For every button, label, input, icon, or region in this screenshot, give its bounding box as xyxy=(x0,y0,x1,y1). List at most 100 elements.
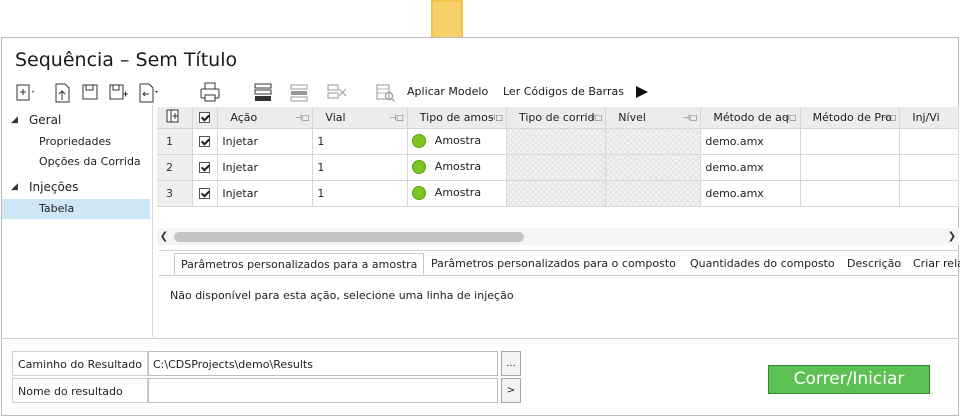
status-dot-icon xyxy=(411,134,426,148)
sample-type-label: Amostra xyxy=(434,134,482,147)
print-icon[interactable] xyxy=(199,80,221,104)
nav-group-label: Injeções xyxy=(29,180,79,194)
cell-action[interactable]: Injetar xyxy=(217,128,314,155)
pin-icon[interactable]: ⊣□ xyxy=(588,113,603,122)
collapse-triangle-icon[interactable]: ◢ xyxy=(11,110,18,130)
col-header-vial[interactable]: Vial ⊣□ xyxy=(312,107,408,129)
cell-vial[interactable]: 1 xyxy=(312,180,408,207)
col-header-action[interactable]: Ação ⊣□ xyxy=(217,107,314,129)
nav-item-run-options[interactable]: Opções da Corrida xyxy=(2,152,152,172)
col-header-proc-method[interactable]: Método de Pro ⊣□ xyxy=(800,107,901,129)
cell-acq-method[interactable]: demo.amx xyxy=(700,180,801,207)
row-checkbox[interactable] xyxy=(192,154,219,181)
run-start-button[interactable]: Correr/Iniciar xyxy=(768,365,930,394)
cell-run-type xyxy=(506,180,607,207)
tab-description[interactable]: Descrição xyxy=(841,253,907,275)
toolbar: Aplicar Modelo Ler Códigos de Barras xyxy=(12,80,712,104)
tab-message: Não disponível para esta ação, selecione… xyxy=(170,289,514,302)
cell-vial[interactable]: 1 xyxy=(312,154,408,181)
browse-button[interactable]: ... xyxy=(501,351,521,376)
pin-icon[interactable]: ⊣□ xyxy=(782,113,797,122)
tab-create-report[interactable]: Criar rela xyxy=(907,253,960,275)
nav-item-properties[interactable]: Propriedades xyxy=(2,132,152,152)
cell-inj-vial[interactable] xyxy=(899,128,959,155)
pin-icon[interactable]: ⊣□ xyxy=(683,113,698,122)
navigation-tree: ◢ Geral Propriedades Opções da Corrida ◢… xyxy=(2,105,153,337)
cell-action[interactable]: Injetar xyxy=(217,180,314,207)
nav-group-general[interactable]: ◢ Geral xyxy=(2,110,152,130)
cell-inj-vial[interactable] xyxy=(899,154,959,181)
open-icon[interactable] xyxy=(52,80,74,104)
horizontal-scrollbar[interactable]: ❮ ❯ xyxy=(157,228,959,245)
cell-sample-type[interactable]: Amostra xyxy=(407,180,507,207)
read-barcodes-button[interactable]: Ler Códigos de Barras xyxy=(503,85,624,98)
tab-sample-params[interactable]: Parâmetros personalizados para a amostra xyxy=(174,253,425,275)
scroll-left-icon[interactable]: ❮ xyxy=(157,228,171,245)
template-icon[interactable] xyxy=(374,80,396,104)
cell-proc-method[interactable] xyxy=(800,180,901,207)
collapse-triangle-icon[interactable]: ◢ xyxy=(11,177,18,197)
pin-icon[interactable]: ⊣□ xyxy=(389,113,404,122)
pin-icon[interactable]: ⊣□ xyxy=(295,113,310,122)
cell-proc-method[interactable] xyxy=(800,154,901,181)
insert-rows-icon[interactable] xyxy=(253,80,283,104)
scroll-right-icon[interactable]: ❯ xyxy=(945,228,959,245)
col-header-label: Vial xyxy=(325,110,346,124)
column-chooser-icon[interactable] xyxy=(157,107,193,129)
delete-rows-icon[interactable] xyxy=(289,80,317,104)
table-row[interactable]: 3 Injetar 1 Amostra demo.amx xyxy=(157,180,959,207)
col-header-label: Tipo de amos xyxy=(419,110,494,124)
save-icon[interactable] xyxy=(79,80,101,104)
nav-group-injections[interactable]: ◢ Injeções xyxy=(2,177,152,197)
cell-proc-method[interactable] xyxy=(800,128,901,155)
col-header-inj-vial[interactable]: Inj/Vi xyxy=(899,107,959,129)
cell-acq-method[interactable]: demo.amx xyxy=(700,154,801,181)
col-header-label: Nível xyxy=(618,110,646,124)
col-header-run-type[interactable]: Tipo de corrid ⊣□ xyxy=(506,107,607,129)
table-row[interactable]: 1 Injetar 1 Amostra demo.amx xyxy=(157,128,959,155)
pin-icon[interactable]: ⊣□ xyxy=(882,113,897,122)
result-name-field[interactable] xyxy=(148,378,498,403)
col-header-acq-method[interactable]: Método de aq ⊣□ xyxy=(700,107,801,129)
cell-sample-type[interactable]: Amostra xyxy=(407,154,507,181)
cell-level xyxy=(605,128,702,155)
row-number[interactable]: 3 xyxy=(157,180,193,207)
move-rows-icon[interactable] xyxy=(326,80,348,104)
row-number[interactable]: 1 xyxy=(157,128,193,155)
nav-group-label: Geral xyxy=(29,113,62,127)
sample-type-label: Amostra xyxy=(434,160,482,173)
col-header-level[interactable]: Nível ⊣□ xyxy=(605,107,702,129)
apply-template-button[interactable]: Aplicar Modelo xyxy=(407,85,488,98)
cell-acq-method[interactable]: demo.amx xyxy=(700,128,801,155)
cell-run-type xyxy=(506,154,607,181)
status-dot-icon xyxy=(411,160,426,174)
col-header-label: Método de Pro xyxy=(812,110,892,124)
cell-level xyxy=(605,154,702,181)
cell-level xyxy=(605,180,702,207)
scrollbar-thumb[interactable] xyxy=(174,232,524,242)
select-all-checkbox[interactable] xyxy=(192,107,219,129)
row-checkbox[interactable] xyxy=(192,180,219,207)
row-number[interactable]: 2 xyxy=(157,154,193,181)
col-header-sample-type[interactable]: Tipo de amos ⊣□ xyxy=(407,107,507,129)
table-row[interactable]: 2 Injetar 1 Amostra demo.amx xyxy=(157,154,959,181)
tab-compound-quantities[interactable]: Quantidades do composto xyxy=(684,253,841,275)
result-name-button[interactable]: > xyxy=(501,378,521,403)
pin-icon[interactable]: ⊣□ xyxy=(488,113,503,122)
save-as-icon[interactable] xyxy=(107,80,129,104)
result-path-field[interactable]: C:\CDSProjects\demo\Results xyxy=(148,351,498,376)
cell-sample-type[interactable]: Amostra xyxy=(407,128,507,155)
result-name-label: Nome do resultado xyxy=(12,378,148,403)
cell-action[interactable]: Injetar xyxy=(217,154,314,181)
cell-vial[interactable]: 1 xyxy=(312,128,408,155)
play-icon[interactable] xyxy=(634,84,650,100)
row-checkbox[interactable] xyxy=(192,128,219,155)
col-header-label: Ação xyxy=(230,110,258,124)
col-header-label: Método de aq xyxy=(713,110,789,124)
nav-item-table[interactable]: Tabela xyxy=(2,199,150,219)
cell-run-type xyxy=(506,128,607,155)
export-icon[interactable] xyxy=(136,80,158,104)
new-icon[interactable] xyxy=(14,80,36,104)
cell-inj-vial[interactable] xyxy=(899,180,959,207)
tab-compound-params[interactable]: Parâmetros personalizados para o compost… xyxy=(425,253,682,275)
